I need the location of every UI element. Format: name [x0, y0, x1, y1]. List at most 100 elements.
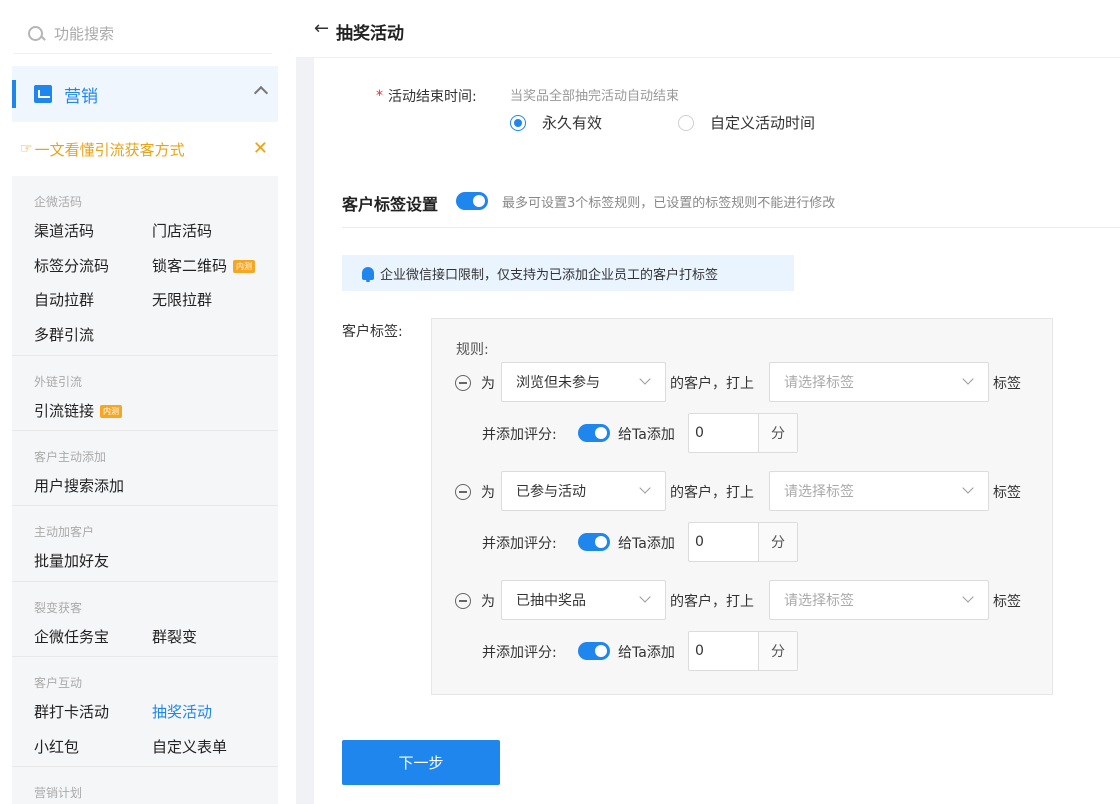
next-step-button[interactable]: 下一步 [342, 740, 500, 785]
notice-text: 企业微信接口限制，仅支持为已添加企业员工的客户打标签 [380, 267, 719, 283]
tag-placeholder: 请选择标签 [784, 593, 854, 609]
function-search[interactable] [14, 14, 272, 54]
close-icon[interactable]: ✕ [253, 138, 268, 159]
nav-group: 主动加客户 批量加好友 [12, 506, 278, 582]
chevron-down-icon [962, 482, 974, 494]
rule-row: 为 已抽中奖品 的客户，打上 请选择标签 标签 并添加评分: 给Ta添加 0 分 [432, 580, 1052, 680]
rule-middle-text: 的客户，打上 [670, 485, 754, 501]
chevron-down-icon [962, 591, 974, 603]
search-icon [26, 24, 46, 44]
active-indicator [12, 80, 16, 108]
page-title: 抽奖活动 [336, 24, 404, 44]
tip-banner[interactable]: ☞ 一文看懂引流获客方式 ✕ [12, 122, 278, 176]
minus-circle-icon[interactable] [455, 593, 471, 609]
rule-row: 为 已参与活动 的客户，打上 请选择标签 标签 并添加评分: 给Ta添加 0 分 [432, 471, 1052, 571]
menu-marketing[interactable]: 营销 [12, 66, 278, 122]
tag-select[interactable]: 请选择标签 [769, 580, 989, 620]
condition-select[interactable]: 已参与活动 [501, 471, 666, 511]
chevron-up-icon[interactable] [253, 85, 269, 101]
sidebar-item-tag-split-code[interactable]: 标签分流码 [34, 255, 109, 276]
radio-custom-time[interactable]: 自定义活动时间 [678, 112, 815, 133]
minus-circle-icon[interactable] [455, 484, 471, 500]
condition-select[interactable]: 已抽中奖品 [501, 580, 666, 620]
rule-prefix: 为 [481, 376, 495, 392]
section-hint: 最多可设置3个标签规则，已设置的标签规则不能进行修改 [502, 196, 836, 211]
score-unit: 分 [759, 414, 797, 452]
score-toggle[interactable] [578, 533, 610, 551]
score-label: 并添加评分: [482, 536, 557, 552]
chevron-down-icon [639, 591, 651, 603]
nav-group-title: 外链引流 [34, 375, 83, 389]
sidebar-item-unlimited-group[interactable]: 无限拉群 [152, 289, 212, 310]
radio-permanent[interactable]: 永久有效 [510, 112, 602, 133]
minus-circle-icon[interactable] [455, 375, 471, 391]
sidebar-item-checkin[interactable]: 群打卡活动 [34, 701, 109, 722]
back-arrow-icon[interactable]: ← [314, 18, 329, 39]
score-input[interactable]: 0 分 [688, 522, 798, 562]
sidebar-item-lead-link[interactable]: 引流链接 内测 [34, 400, 123, 421]
notice-banner: 企业微信接口限制，仅支持为已添加企业员工的客户打标签 [342, 255, 794, 291]
tag-select[interactable]: 请选择标签 [769, 471, 989, 511]
tag-select[interactable]: 请选择标签 [769, 362, 989, 402]
score-toggle[interactable] [578, 424, 610, 442]
score-toggle[interactable] [578, 642, 610, 660]
nav-group-title: 企微活码 [34, 195, 83, 209]
nav-group: 企微活码 渠道活码 门店活码 标签分流码 锁客二维码 内测 自动拉群 无限拉群 多… [12, 176, 278, 356]
condition-value: 已抽中奖品 [516, 593, 586, 609]
score-value[interactable]: 0 [689, 632, 759, 670]
customer-tag-label: 客户标签: [342, 324, 403, 340]
radio-checked-icon[interactable] [510, 114, 526, 131]
divider [342, 227, 1120, 228]
rule-row: 为 浏览但未参与 的客户，打上 请选择标签 标签 并添加评分: 给Ta添加 0 … [432, 362, 1052, 462]
rules-panel: 规则: 为 浏览但未参与 的客户，打上 请选择标签 标签 并添加评分: 给Ta添… [431, 318, 1053, 695]
sidebar-item-user-search[interactable]: 用户搜索添加 [34, 475, 124, 496]
radio-permanent-label: 永久有效 [542, 114, 603, 132]
sidebar-item-custom-form[interactable]: 自定义表单 [152, 736, 227, 757]
sidebar-item-auto-group[interactable]: 自动拉群 [34, 289, 94, 310]
sidebar-item-group-fission[interactable]: 群裂变 [152, 626, 197, 647]
score-label: 并添加评分: [482, 645, 557, 661]
beta-badge: 内测 [100, 405, 123, 418]
nav-group-title: 客户主动添加 [34, 450, 107, 464]
score-unit: 分 [759, 632, 797, 670]
app-root: 营销 ☞ 一文看懂引流获客方式 ✕ 企微活码 渠道活码 门店活码 标签分流码 锁… [0, 0, 1120, 804]
search-input[interactable] [54, 24, 254, 43]
pointing-hand-icon: ☞ [20, 141, 33, 157]
nav-group-title: 裂变获客 [34, 601, 83, 615]
nav-group-title: 主动加客户 [34, 525, 95, 539]
content-gutter [296, 58, 314, 804]
condition-value: 浏览但未参与 [516, 375, 600, 391]
page-header: ← 抽奖活动 [296, 0, 1120, 58]
score-value[interactable]: 0 [689, 523, 759, 561]
sidebar-item-batch-add[interactable]: 批量加好友 [34, 550, 109, 571]
give-label: 给Ta添加 [618, 536, 675, 552]
tip-text[interactable]: 一文看懂引流获客方式 [35, 139, 185, 160]
sidebar-item-lock-qrcode[interactable]: 锁客二维码 内测 [152, 255, 256, 276]
rule-suffix: 标签 [993, 594, 1021, 610]
score-label: 并添加评分: [482, 427, 557, 443]
score-unit: 分 [759, 523, 797, 561]
rule-prefix: 为 [481, 594, 495, 610]
give-label: 给Ta添加 [618, 645, 675, 661]
sidebar-item-task-treasure[interactable]: 企微任务宝 [34, 626, 109, 647]
chevron-down-icon [639, 373, 651, 385]
menu-marketing-label: 营销 [64, 86, 98, 107]
score-input[interactable]: 0 分 [688, 413, 798, 453]
rule-middle-text: 的客户，打上 [670, 594, 754, 610]
tag-settings-toggle[interactable] [456, 192, 488, 210]
sidebar-nav: 企微活码 渠道活码 门店活码 标签分流码 锁客二维码 内测 自动拉群 无限拉群 多… [12, 176, 278, 804]
sidebar-item-channel-code[interactable]: 渠道活码 [34, 220, 94, 241]
bell-icon [362, 266, 374, 282]
sidebar-item-multi-group[interactable]: 多群引流 [34, 324, 94, 345]
marketing-icon [34, 85, 52, 103]
radio-unchecked-icon[interactable] [678, 114, 694, 131]
nav-group: 客户主动添加 用户搜索添加 [12, 431, 278, 506]
score-value[interactable]: 0 [689, 414, 759, 452]
beta-badge: 内测 [233, 260, 256, 273]
condition-select[interactable]: 浏览但未参与 [501, 362, 666, 402]
sidebar-item-red-packet[interactable]: 小红包 [34, 736, 79, 757]
rule-suffix: 标签 [993, 376, 1021, 392]
score-input[interactable]: 0 分 [688, 631, 798, 671]
sidebar-item-store-code[interactable]: 门店活码 [152, 220, 212, 241]
sidebar-item-lottery[interactable]: 抽奖活动 [152, 701, 212, 722]
